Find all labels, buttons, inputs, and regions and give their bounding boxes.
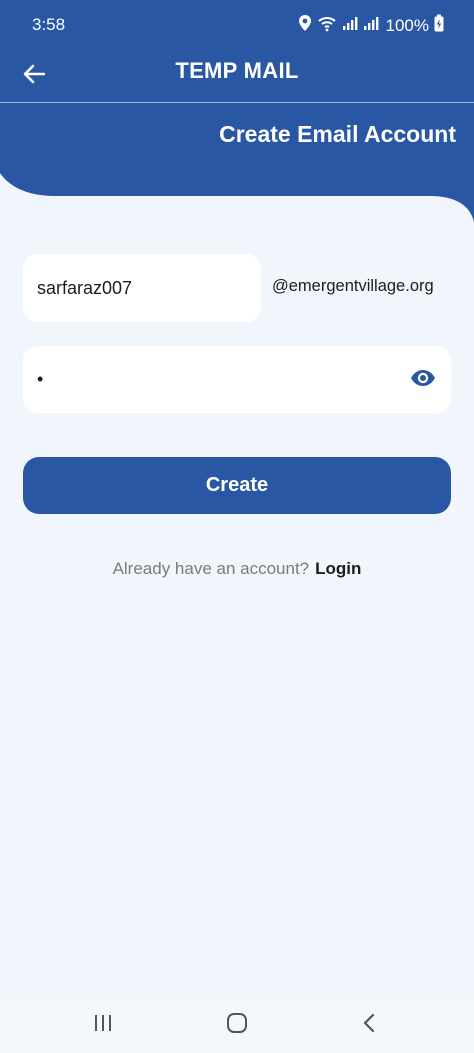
eye-icon (410, 369, 436, 392)
username-value: sarfaraz007 (37, 277, 133, 298)
home-icon (226, 1012, 248, 1039)
login-prompt: Already have an account? (112, 559, 310, 578)
nav-back-button[interactable] (354, 1012, 384, 1038)
recent-apps-icon (93, 1014, 113, 1037)
create-account-screen: 3:58 100% TEMP MAIL Create Email Account… (0, 0, 474, 1053)
app-bar: TEMP MAIL (0, 52, 474, 102)
battery-percent: 100% (385, 15, 429, 35)
password-value: • (37, 369, 44, 389)
status-time: 3:58 (32, 15, 66, 34)
page-title: Create Email Account (219, 121, 456, 147)
login-link[interactable]: Login (315, 559, 361, 578)
login-row: Already have an account? Login (0, 559, 474, 579)
username-input[interactable]: sarfaraz007 (23, 254, 261, 322)
email-domain-label: @emergentvillage.org (272, 277, 434, 295)
battery-charging-icon (434, 14, 444, 37)
system-nav-bar (0, 998, 474, 1053)
header-divider (0, 102, 474, 103)
status-bar: 3:58 100% (0, 0, 474, 52)
status-icons: 100% (298, 14, 444, 37)
signal-icon (363, 15, 379, 36)
location-icon (298, 14, 312, 37)
wifi-icon (317, 14, 337, 37)
signal-icon (342, 15, 358, 36)
app-title: TEMP MAIL (175, 58, 299, 83)
back-icon (362, 1013, 376, 1038)
recent-apps-button[interactable] (88, 1012, 118, 1038)
password-visibility-toggle[interactable] (409, 366, 437, 394)
home-button[interactable] (222, 1012, 252, 1038)
create-button[interactable]: Create (23, 457, 451, 514)
password-input[interactable]: • (23, 346, 451, 413)
